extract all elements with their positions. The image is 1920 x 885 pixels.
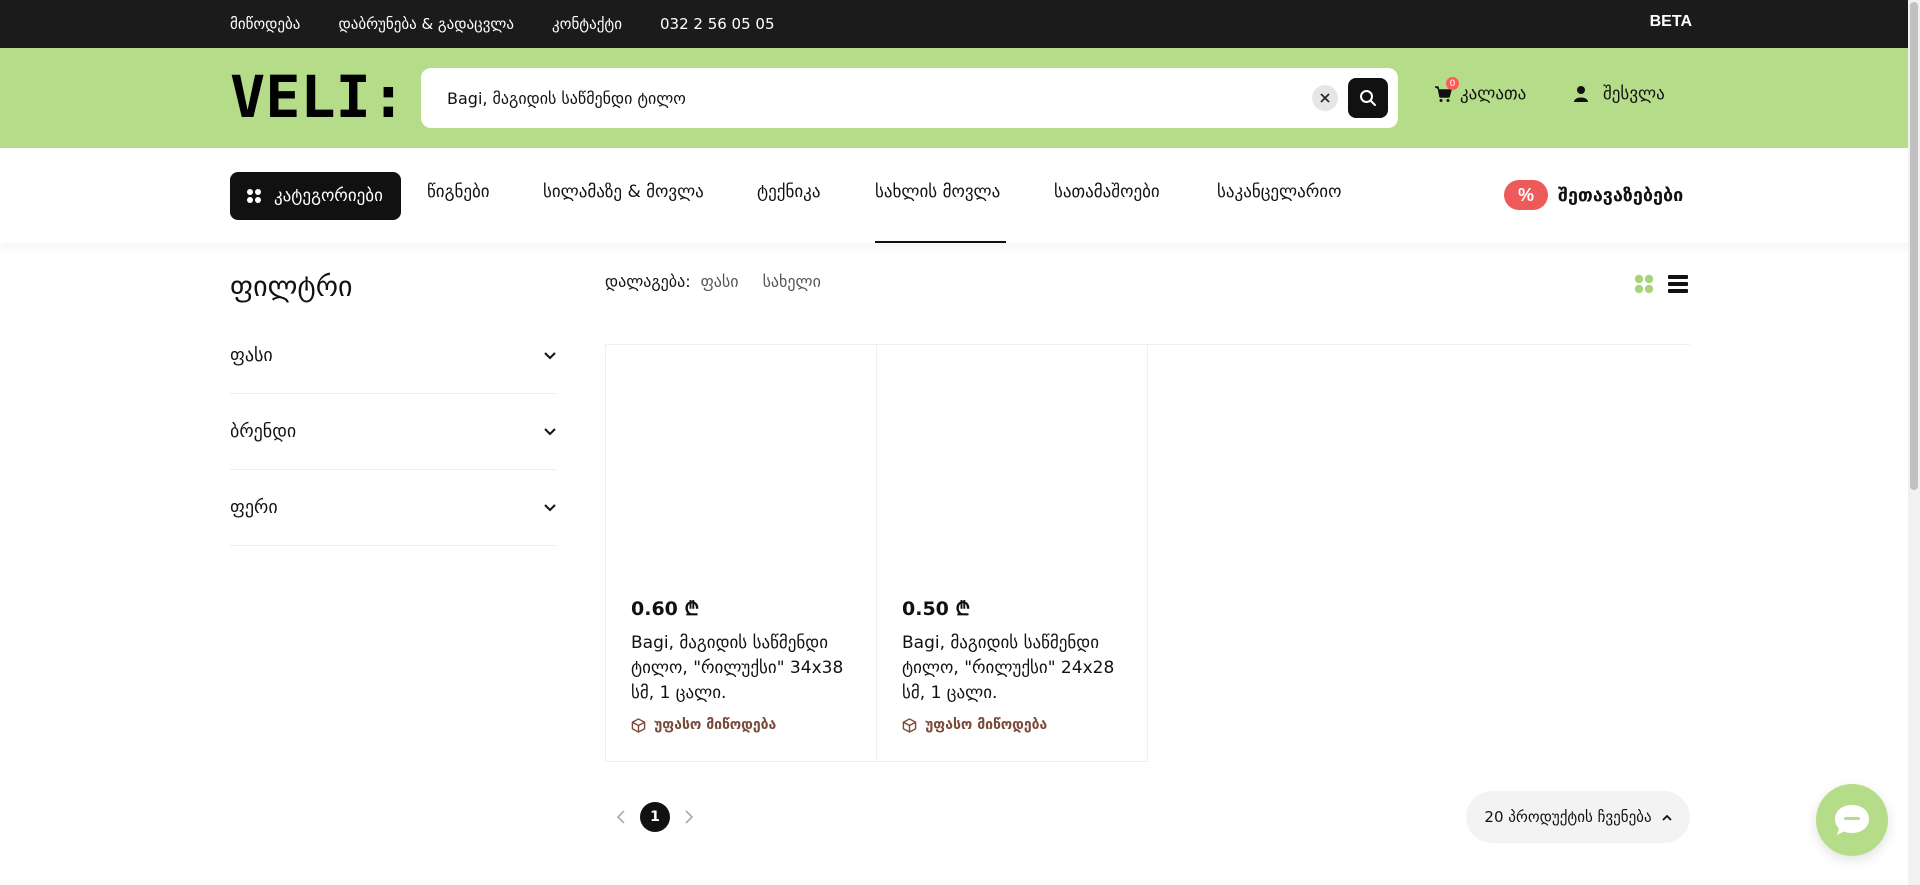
product-card[interactable]: 0.60 ₾ Bagi, მაგიდის საწმენდი ტილო, "რილ… (605, 344, 877, 762)
facet-label: ფერი (230, 497, 278, 518)
category-nav: კატეგორიები წიგნები სილამაზე & მოვლა ტექ… (0, 148, 1920, 243)
top-link-contact[interactable]: კონტაქტი (552, 15, 622, 33)
user-icon (1574, 86, 1588, 102)
search-button[interactable] (1348, 78, 1388, 118)
active-nav-underline (875, 241, 1006, 243)
sort-option-name[interactable]: სახელი (763, 272, 821, 291)
deals-percent-badge: % (1504, 180, 1548, 210)
shipping-text: უფასო მიწოდება (654, 717, 777, 733)
cart-icon-wrap: 0 (1434, 77, 1459, 103)
nav-item-tech[interactable]: ტექნიკა (757, 182, 820, 202)
chat-button[interactable] (1816, 784, 1888, 856)
free-shipping-label: უფასო მიწოდება (902, 717, 1047, 733)
product-price: 0.50 ₾ (902, 598, 971, 620)
product-name[interactable]: Bagi, მაგიდის საწმენდი ტილო, "რილუქსი" 3… (631, 631, 861, 706)
deals-link[interactable]: % შეთავაზებები (1504, 180, 1683, 210)
facet-color[interactable]: ფერი (230, 470, 556, 546)
close-icon (1320, 93, 1330, 103)
box-icon (631, 717, 646, 733)
chevron-down-icon (544, 427, 556, 435)
chevron-right-icon (685, 810, 693, 824)
login-link[interactable]: შესვლა (1573, 84, 1665, 104)
per-page-selector[interactable]: 20 პროდუქტის ჩვენება (1466, 791, 1690, 843)
search-input[interactable] (447, 68, 1277, 128)
per-page-label: 20 პროდუქტის ჩვენება (1484, 808, 1652, 826)
search-box (421, 68, 1398, 128)
categories-button[interactable]: კატეგორიები (230, 172, 401, 220)
prev-page-button[interactable] (612, 802, 630, 832)
page-number-current[interactable]: 1 (640, 802, 670, 832)
scrollbar-thumb[interactable] (1910, 2, 1918, 490)
product-price: 0.60 ₾ (631, 598, 700, 620)
next-page-button[interactable] (680, 802, 698, 832)
facet-brand[interactable]: ბრენდი (230, 394, 556, 470)
box-icon (902, 717, 917, 733)
product-name[interactable]: Bagi, მაგიდის საწმენდი ტილო, "რილუქსი" 2… (902, 631, 1132, 706)
chat-bubble-icon (1835, 805, 1869, 835)
grid-view-icon[interactable] (1634, 274, 1654, 294)
cart-link[interactable]: 0 კალათა (1434, 77, 1527, 104)
nav-item-books[interactable]: წიგნები (427, 182, 490, 202)
clear-search-button[interactable] (1312, 85, 1338, 111)
header: VELI: 0 კალათა შესვლა (0, 48, 1920, 148)
top-link-phone[interactable]: 032 2 56 05 05 (660, 15, 775, 33)
list-view-icon[interactable] (1668, 274, 1688, 294)
nav-item-home-care[interactable]: სახლის მოვლა (875, 182, 1000, 202)
cart-count-badge: 0 (1446, 77, 1459, 90)
nav-item-stationery[interactable]: საკანცელარიო (1217, 182, 1341, 202)
chevron-down-icon (544, 503, 556, 511)
deals-label: შეთავაზებები (1558, 184, 1684, 206)
categories-label: კატეგორიები (274, 186, 383, 206)
shipping-text: უფასო მიწოდება (925, 717, 1048, 733)
product-card[interactable]: 0.50 ₾ Bagi, მაგიდის საწმენდი ტილო, "რილ… (876, 344, 1148, 762)
top-link-returns[interactable]: დაბრუნება & გადაცვლა (338, 15, 514, 33)
grid-dots-icon (247, 189, 261, 203)
sort-bar: დალაგება: ფასი სახელი (605, 272, 845, 291)
svg-text:VELI:: VELI: (230, 74, 406, 120)
nav-item-toys[interactable]: სათამაშოები (1054, 182, 1160, 202)
pagination: 1 (612, 802, 698, 832)
logo[interactable]: VELI: (230, 74, 406, 120)
login-label: შესვლა (1603, 84, 1665, 104)
free-shipping-label: უფასო მიწოდება (631, 717, 776, 733)
search-icon (1360, 90, 1376, 106)
sort-option-price[interactable]: ფასი (701, 272, 739, 291)
filter-title: ფილტრი (230, 270, 353, 303)
facet-price[interactable]: ფასი (230, 318, 556, 394)
chevron-up-icon (1661, 814, 1672, 821)
nav-item-beauty[interactable]: სილამაზე & მოვლა (543, 182, 704, 202)
beta-badge: BETA (1649, 13, 1692, 30)
top-bar: მიწოდება დაბრუნება & გადაცვლა კონტაქტი 0… (0, 0, 1920, 48)
chevron-down-icon (544, 351, 556, 359)
facet-label: ფასი (230, 345, 273, 366)
sort-label: დალაგება: (605, 272, 691, 291)
facet-label: ბრენდი (230, 421, 297, 442)
top-links: მიწოდება დაბრუნება & გადაცვლა კონტაქტი 0… (230, 0, 775, 48)
top-link-delivery[interactable]: მიწოდება (230, 15, 300, 33)
cart-label: კალათა (1460, 84, 1527, 104)
chevron-left-icon (617, 810, 625, 824)
